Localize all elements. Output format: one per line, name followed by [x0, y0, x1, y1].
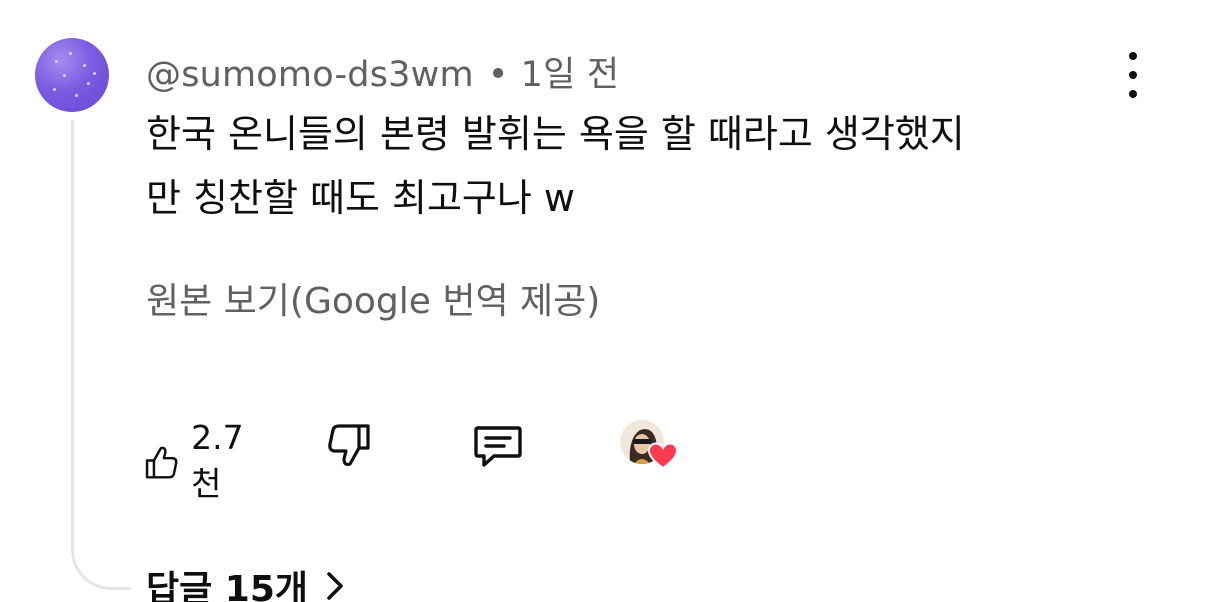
- more-options-button[interactable]: [1118, 52, 1148, 98]
- author-handle[interactable]: @sumomo-ds3wm: [146, 55, 474, 95]
- heart-icon: [648, 442, 678, 470]
- thumbs-up-icon: [145, 446, 178, 479]
- view-replies-button[interactable]: 답글 15개: [146, 560, 344, 602]
- comment-text: 한국 온니들의 본령 발휘는 욕을 할 때라고 생각했지 만 칭찬할 때도 최고…: [146, 102, 1126, 230]
- like-count: 2.7천: [191, 418, 244, 503]
- more-vertical-icon: [1129, 52, 1137, 60]
- comment-icon: [474, 426, 522, 467]
- reply-button[interactable]: [472, 422, 524, 476]
- reply-thread-line: [71, 120, 131, 590]
- comment-text-line: 만 칭찬할 때도 최고구나 w: [146, 176, 575, 220]
- view-original-link[interactable]: 원본 보기(Google 번역 제공): [146, 272, 600, 324]
- comment-header: @sumomo-ds3wm • 1일 전: [146, 46, 619, 97]
- chevron-right-icon: [327, 572, 343, 600]
- dislike-button[interactable]: [326, 422, 372, 474]
- comment-thread: @sumomo-ds3wm • 1일 전 한국 온니들의 본령 발휘는 욕을 할 때…: [0, 0, 1206, 602]
- replies-count-label: 답글 15개: [146, 569, 308, 602]
- author-avatar[interactable]: [35, 38, 109, 112]
- creator-heart-badge: [620, 420, 682, 478]
- comment-text-line: 한국 온니들의 본령 발휘는 욕을 할 때라고 생각했지: [146, 112, 965, 156]
- header-separator: •: [487, 55, 509, 95]
- thumbs-down-icon: [328, 424, 370, 467]
- like-button[interactable]: 2.7천: [144, 418, 254, 505]
- comment-timestamp: 1일 전: [520, 55, 620, 95]
